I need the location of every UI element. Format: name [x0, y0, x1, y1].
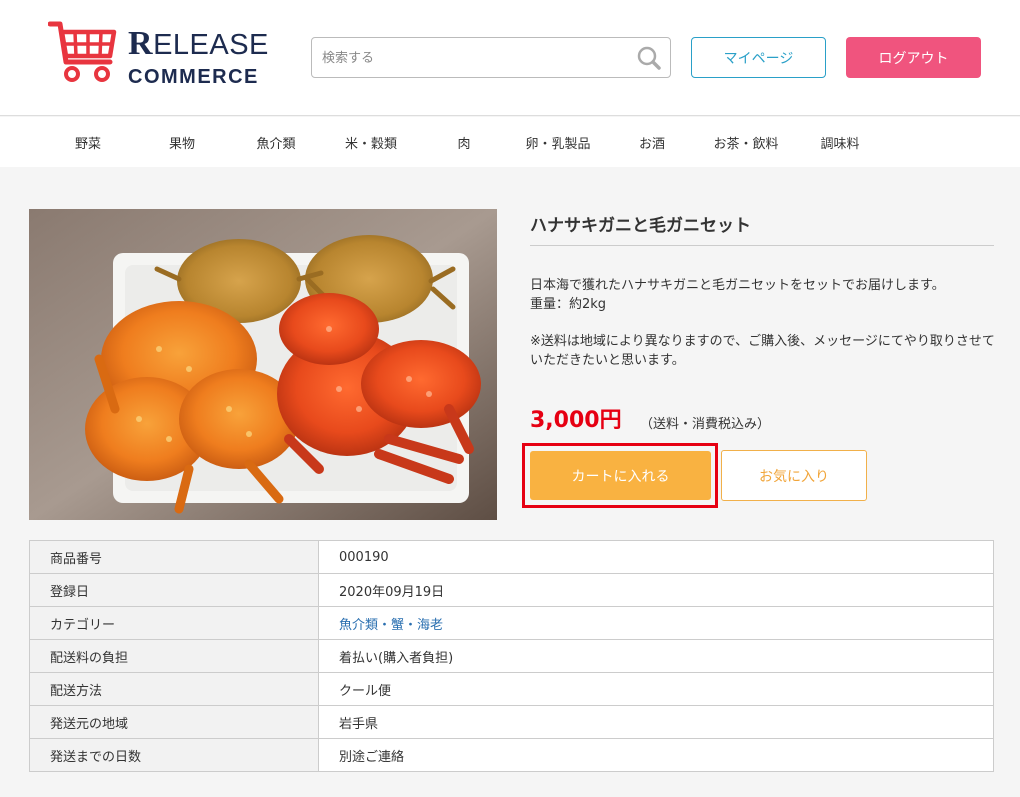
table-row: カテゴリー 魚介類・蟹・海老: [29, 606, 994, 640]
spec-label: 登録日: [29, 573, 319, 607]
description-line: 日本海で獲れたハナサキガニと毛ガニセットをセットでお届けします。: [530, 278, 945, 293]
mypage-button[interactable]: マイページ: [691, 37, 826, 78]
favorite-button[interactable]: お気に入り: [721, 450, 867, 501]
spec-label: 商品番号: [29, 540, 319, 574]
nav-item-fruits[interactable]: 果物: [152, 117, 212, 167]
search-icon[interactable]: [636, 45, 662, 71]
nav-item-seafood[interactable]: 魚介類: [246, 117, 306, 167]
table-row: 配送方法 クール便: [29, 672, 994, 706]
table-row: 発送元の地域 岩手県: [29, 705, 994, 739]
shopping-cart-icon: [48, 21, 117, 82]
nav-item-alcohol[interactable]: お酒: [622, 117, 682, 167]
product-image: [29, 209, 497, 520]
spec-label: 配送方法: [29, 672, 319, 706]
table-row: 発送までの日数 別途ご連絡: [29, 738, 994, 772]
table-row: 配送料の負担 着払い(購入者負担): [29, 639, 994, 673]
product-spec-table: 商品番号 000190 登録日 2020年09月19日 カテゴリー 魚介類・蟹・…: [29, 540, 994, 772]
spec-value: 岩手県: [318, 705, 994, 739]
site-header: RELEASE COMMERCE マイページ ログアウト: [0, 0, 1020, 116]
spec-value: 2020年09月19日: [318, 573, 994, 607]
spec-value: クール便: [318, 672, 994, 706]
nav-item-vegetables[interactable]: 野菜: [58, 117, 118, 167]
description-weight: 重量：約2kg: [530, 297, 607, 312]
spec-value: 着払い(購入者負担): [318, 639, 994, 673]
title-divider: [530, 245, 994, 246]
nav-item-eggs-dairy[interactable]: 卵・乳製品: [518, 117, 598, 167]
spec-label: 発送までの日数: [29, 738, 319, 772]
nav-item-meat[interactable]: 肉: [434, 117, 494, 167]
table-row: 商品番号 000190: [29, 540, 994, 574]
logo-rest: ELEASE: [153, 29, 269, 61]
spec-value: 000190: [318, 540, 994, 574]
price-note: （送料・消費税込み）: [640, 417, 771, 432]
product-price: 3,000円: [530, 408, 622, 433]
logo-subtitle: COMMERCE: [128, 66, 259, 88]
spec-label: 配送料の負担: [29, 639, 319, 673]
search-input[interactable]: [322, 47, 622, 69]
spec-label: 発送元の地域: [29, 705, 319, 739]
logout-button[interactable]: ログアウト: [846, 37, 981, 78]
crab-photo: [29, 209, 497, 520]
product-description: 日本海で獲れたハナサキガニと毛ガニセットをセットでお届けします。 重量：約2kg…: [530, 276, 996, 370]
logo-wordmark: RELEASE: [128, 26, 269, 63]
search-box: [311, 37, 671, 78]
category-link[interactable]: 魚介類・蟹・海老: [339, 618, 443, 633]
description-shipping-note: ※送料は地域により異なりますので、ご購入後、メッセージにてやり取りさせていただき…: [530, 334, 995, 368]
logo-initial: R: [128, 25, 154, 62]
spec-value-cell: 魚介類・蟹・海老: [318, 606, 994, 640]
site-logo[interactable]: RELEASE COMMERCE: [48, 18, 268, 90]
spec-label: カテゴリー: [29, 606, 319, 640]
product-title: ハナサキガニと毛ガニセット: [530, 216, 751, 236]
add-to-cart-button[interactable]: カートに入れる: [530, 451, 711, 500]
nav-item-tea-drinks[interactable]: お茶・飲料: [706, 117, 786, 167]
spec-value: 別途ご連絡: [318, 738, 994, 772]
table-row: 登録日 2020年09月19日: [29, 573, 994, 607]
category-nav: 野菜 果物 魚介類 米・穀類 肉 卵・乳製品 お酒 お茶・飲料 調味料: [0, 117, 1020, 167]
nav-item-rice-grains[interactable]: 米・穀類: [336, 117, 406, 167]
nav-item-seasonings[interactable]: 調味料: [810, 117, 870, 167]
